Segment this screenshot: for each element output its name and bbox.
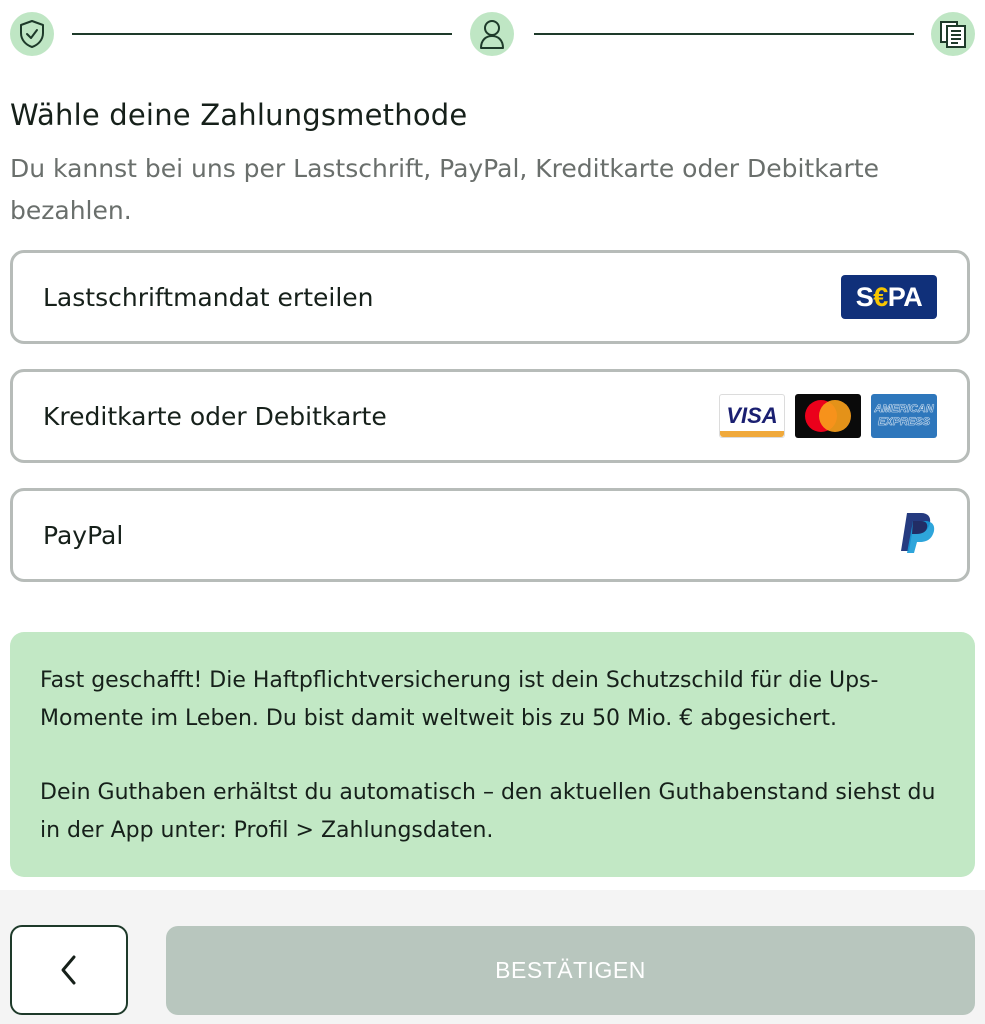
page-subtitle: Du kannst bei uns per Lastschrift, PayPa… [10, 154, 880, 225]
info-box: Fast geschafft! Die Haftpflichtversicher… [10, 632, 975, 877]
sepa-logo: S € PA [841, 275, 937, 319]
document-icon [931, 12, 975, 56]
shield-check-icon [10, 12, 54, 56]
payment-option-label: Kreditkarte oder Debitkarte [43, 401, 387, 431]
payment-option-paypal[interactable]: PayPal [10, 488, 970, 582]
progress-stepper [0, 8, 985, 58]
payment-option-sepa[interactable]: Lastschriftmandat erteilen S € PA [10, 250, 970, 344]
user-icon [470, 12, 514, 56]
page-title: Wähle deine Zahlungsmethode [10, 98, 468, 132]
info-paragraph: Fast geschafft! Die Haftpflichtversicher… [40, 668, 879, 731]
mastercard-logo [795, 394, 861, 438]
payment-option-card[interactable]: Kreditkarte oder Debitkarte VISA AMERICA… [10, 369, 970, 463]
payment-option-label: PayPal [43, 520, 124, 550]
amex-logo-line2: EXPRESS [878, 416, 930, 428]
step-connector [72, 33, 452, 35]
confirm-button[interactable]: BESTÄTIGEN [166, 926, 975, 1015]
chevron-left-icon [61, 955, 76, 985]
back-button[interactable] [10, 925, 128, 1015]
info-paragraph: Dein Guthaben erhältst du automatisch – … [40, 780, 936, 843]
step-connector [534, 33, 914, 35]
paypal-logo [897, 511, 937, 559]
amex-logo-line1: AMERICAN [874, 403, 934, 415]
amex-logo: AMERICAN EXPRESS [871, 394, 937, 438]
visa-logo: VISA [719, 394, 785, 438]
visa-logo-text: VISA [726, 403, 778, 428]
payment-option-label: Lastschriftmandat erteilen [43, 282, 374, 312]
